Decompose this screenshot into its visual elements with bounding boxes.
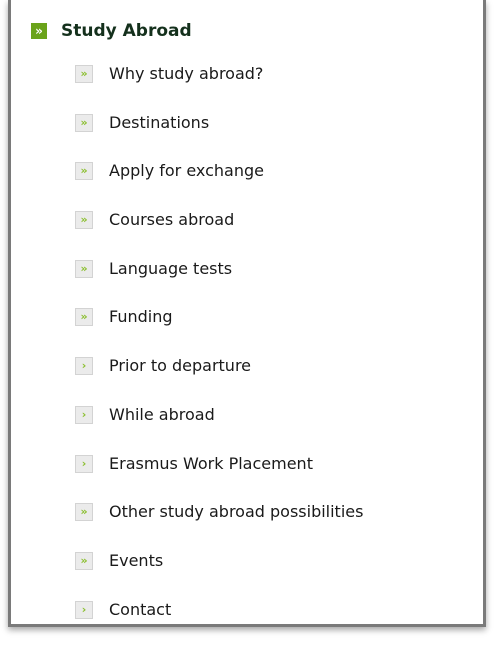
chevron-right-icon: ›	[75, 454, 93, 473]
double-chevron-right-icon: »	[75, 551, 93, 570]
menu-item-label: Funding	[109, 307, 173, 327]
menu-item[interactable]: » Other study abroad possibilities	[75, 502, 363, 551]
menu-item[interactable]: » Funding	[75, 307, 363, 356]
menu-header-label: Study Abroad	[61, 21, 192, 41]
chevron-right-icon: ›	[75, 600, 93, 619]
study-abroad-menu-panel: » Study Abroad » Why study abroad? » Des…	[8, 0, 486, 627]
menu-item-label: Language tests	[109, 258, 233, 278]
menu-item-label: Destinations	[109, 112, 210, 132]
double-chevron-right-icon: »	[75, 65, 93, 83]
double-chevron-right-icon: »	[75, 113, 93, 132]
menu-item[interactable]: › Erasmus Work Placement	[75, 454, 363, 503]
chevron-right-icon: ›	[75, 357, 93, 376]
menu-item[interactable]: » Events	[75, 551, 363, 600]
menu-item[interactable]: » Destinations	[75, 113, 363, 162]
menu-item[interactable]: › While abroad	[75, 405, 363, 454]
double-chevron-right-icon: »	[75, 211, 93, 230]
menu-item-label: Other study abroad possibilities	[109, 502, 364, 522]
menu-item-label: Prior to departure	[109, 356, 252, 376]
menu-item[interactable]: » Courses abroad	[75, 210, 363, 259]
menu-item[interactable]: » Why study abroad?	[75, 64, 363, 113]
menu-item-label: Why study abroad?	[109, 64, 264, 83]
double-chevron-right-icon: »	[31, 23, 47, 39]
double-chevron-right-icon: »	[75, 308, 93, 327]
menu-item[interactable]: › Prior to departure	[75, 356, 363, 405]
double-chevron-right-icon: »	[75, 259, 93, 278]
study-abroad-submenu: » Why study abroad? » Destinations » App…	[75, 64, 363, 648]
menu-item-label: Erasmus Work Placement	[109, 453, 313, 473]
menu-item-label: Contact	[109, 599, 172, 619]
menu-item-label: Courses abroad	[109, 210, 235, 230]
menu-item-label: While abroad	[109, 404, 215, 424]
menu-item[interactable]: › Contact	[75, 600, 363, 648]
double-chevron-right-icon: »	[75, 503, 93, 522]
menu-header-study-abroad[interactable]: » Study Abroad	[31, 18, 192, 44]
menu-item-label: Apply for exchange	[109, 161, 264, 181]
chevron-right-icon: ›	[75, 405, 93, 424]
menu-item-label: Events	[109, 550, 164, 570]
menu-item[interactable]: » Apply for exchange	[75, 161, 363, 210]
double-chevron-right-icon: »	[75, 162, 93, 181]
menu-item[interactable]: » Language tests	[75, 259, 363, 308]
